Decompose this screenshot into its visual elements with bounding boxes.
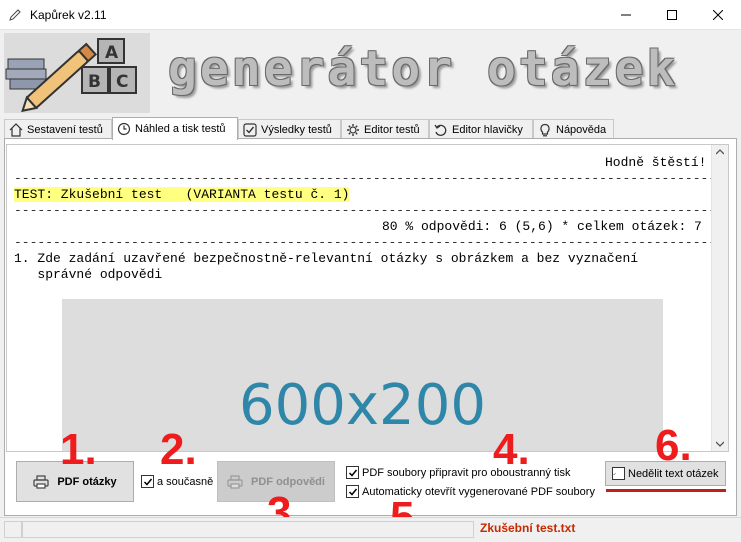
checkbox-box[interactable] [346, 485, 359, 498]
tab-napoveda[interactable]: Nápověda [533, 119, 614, 139]
marker-4: 4. [493, 425, 530, 474]
pdf-answers-label: PDF odpovědi [251, 475, 325, 488]
tab-label: Náhled a tisk testů [135, 123, 226, 135]
checkbox-box[interactable] [141, 475, 154, 488]
undo-icon [434, 124, 447, 136]
status-segment [22, 521, 474, 538]
simultaneously-label: a současně [157, 475, 214, 488]
checkbox-box[interactable] [612, 467, 625, 480]
image-placeholder-label: 600x200 [239, 372, 486, 438]
checkmark-icon [613, 472, 616, 475]
greeting-text: Hodně štěstí! [605, 155, 707, 170]
question-text: 1. Zde zadání uzavřené bezpečnostně-rele… [14, 251, 639, 266]
svg-text:B: B [88, 72, 101, 92]
printer-icon [227, 474, 243, 489]
separator-line: ----------------------------------------… [14, 235, 724, 250]
vertical-scrollbar[interactable] [711, 145, 728, 451]
separator-line: ----------------------------------------… [14, 171, 724, 186]
tab-label: Výsledky testů [261, 123, 332, 136]
status-bar: Zkušební test.txt [0, 517, 741, 540]
close-button[interactable] [695, 0, 741, 30]
tab-vysledky[interactable]: Výsledky testů [238, 119, 341, 139]
marker-1: 1. [60, 425, 97, 474]
header-banner: A B C generátor otázek [0, 31, 741, 115]
maximize-icon [667, 10, 677, 20]
tab-label: Nápověda [556, 123, 607, 136]
status-file-name: Zkušební test.txt [480, 521, 576, 535]
minimize-button[interactable] [603, 0, 649, 30]
tab-label: Editor hlavičky [452, 123, 523, 136]
question-image: 600x200 [62, 299, 663, 451]
svg-text:A: A [105, 43, 119, 63]
checkmark-icon [348, 488, 357, 496]
duplex-checkbox[interactable]: PDF soubory připravit pro oboustranný ti… [346, 466, 570, 479]
gear-icon [347, 123, 359, 136]
tab-label: Editor testů [364, 123, 420, 136]
test-preview[interactable]: Hodně štěstí! --------------------------… [6, 144, 729, 452]
bulb-icon [540, 123, 550, 136]
tab-editor-testu[interactable]: Editor testů [341, 119, 429, 139]
tab-nahled[interactable]: Náhled a tisk testů [112, 117, 238, 140]
pdf-questions-label: PDF otázky [57, 475, 117, 488]
tab-label: Sestavení testů [27, 123, 103, 136]
svg-text:C: C [116, 72, 128, 92]
tab-editor-hlavicky[interactable]: Editor hlavičky [429, 119, 533, 139]
chevron-up-icon[interactable] [716, 149, 724, 155]
marker-6: 6. [655, 421, 692, 470]
pen-icon [9, 9, 21, 21]
checkmark-icon [348, 469, 357, 477]
auto-open-checkbox[interactable]: Automaticky otevřít vygenerované PDF sou… [346, 485, 595, 498]
window-title: Kapůrek v2.11 [30, 8, 107, 22]
simultaneously-checkbox[interactable]: a současně [141, 475, 213, 488]
check-icon [243, 122, 257, 137]
abc-logo-icon: A B C [4, 33, 150, 113]
close-icon [713, 10, 723, 20]
checkbox-box[interactable] [346, 466, 359, 479]
clock-icon [117, 122, 131, 136]
app-banner-title: generátor otázek [168, 41, 679, 97]
status-segment [4, 521, 22, 538]
title-bar: Kapůrek v2.11 [0, 0, 741, 30]
test-title-line: TEST: Zkušební test (VARIANTA testu č. 1… [14, 187, 350, 202]
home-icon [9, 122, 23, 137]
score-line: 80 % odpovědi: 6 (5,6) * celkem otázek: … [382, 219, 702, 234]
duplex-label: PDF soubory připravit pro oboustranný ti… [362, 466, 571, 479]
separator-line: ----------------------------------------… [14, 203, 724, 218]
maximize-button[interactable] [649, 0, 695, 30]
printer-icon [33, 474, 49, 489]
checkmark-icon [143, 478, 152, 486]
no-split-underline [606, 489, 726, 492]
minimize-icon [621, 14, 631, 16]
marker-2: 2. [160, 425, 197, 474]
question-text-cont: správné odpovědi [14, 267, 163, 282]
chevron-down-icon[interactable] [716, 441, 724, 447]
tab-sestaveni[interactable]: Sestavení testů [4, 119, 112, 139]
